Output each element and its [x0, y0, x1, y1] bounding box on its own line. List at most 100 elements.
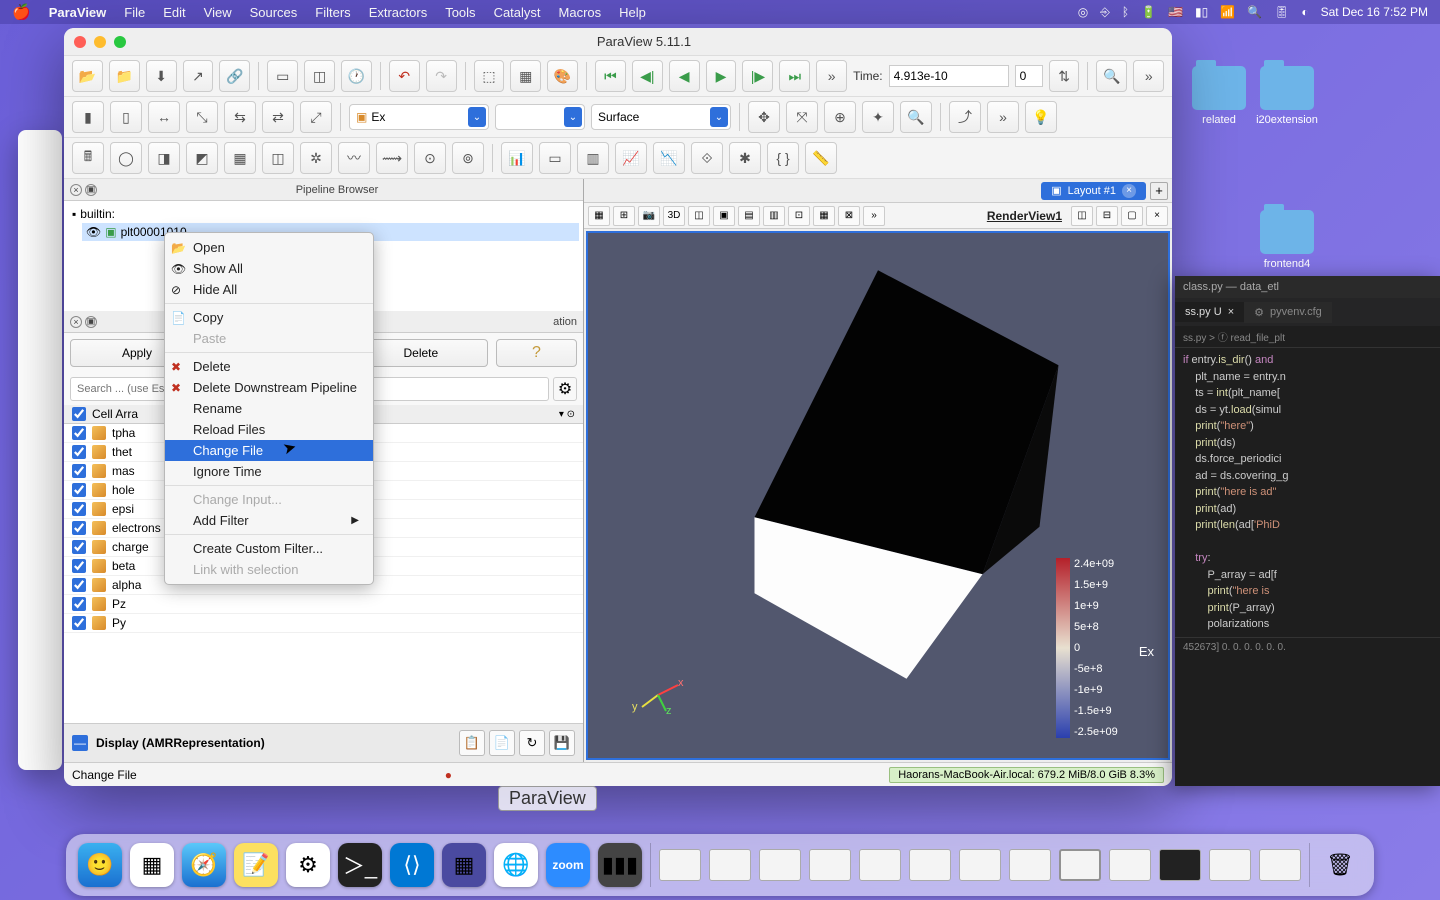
plot-icon[interactable]: 📈 [615, 142, 647, 174]
split-vertical-icon[interactable]: ⊟ [1096, 206, 1118, 226]
more-icon[interactable]: » [987, 101, 1019, 133]
split-horizontal-icon[interactable]: ◫ [1071, 206, 1093, 226]
trash-icon[interactable]: 🗑 [1318, 843, 1362, 887]
array-checkbox[interactable] [72, 616, 86, 630]
desktop-folder[interactable]: frontend4 [1252, 210, 1322, 270]
window-thumbnail[interactable] [1159, 849, 1201, 881]
extract-icon[interactable]: ◫ [262, 142, 294, 174]
menu-filters[interactable]: Filters [315, 5, 350, 20]
layout-tab[interactable]: ▣ Layout #1 × [1041, 182, 1146, 200]
rescale-icon[interactable]: ⇆ [224, 101, 256, 133]
bluetooth-icon[interactable]: ᛒ [1122, 5, 1129, 19]
menu-change-file[interactable]: Change File [165, 440, 373, 461]
battery-icon[interactable]: 🔋 [1141, 5, 1156, 19]
save-icon[interactable]: 📁 [109, 60, 140, 92]
menu-edit[interactable]: Edit [163, 5, 185, 20]
launchpad-icon[interactable]: ▦ [130, 843, 174, 887]
group-icon[interactable]: ⊚ [452, 142, 484, 174]
menu-sources[interactable]: Sources [250, 5, 298, 20]
close-tab-icon[interactable]: × [1122, 184, 1136, 198]
warp-icon[interactable]: ⟿ [376, 142, 408, 174]
copy-icon[interactable]: 📋 [459, 730, 485, 756]
find-icon[interactable]: 🔍 [1096, 60, 1127, 92]
array-checkbox[interactable] [72, 559, 86, 573]
window-thumbnail[interactable] [1109, 849, 1151, 881]
close-panel-icon[interactable]: × [70, 316, 82, 328]
vscode-terminal[interactable]: 452673] 0. 0. 0. 0. 0. 0. [1175, 637, 1440, 657]
first-frame-icon[interactable]: ⏮ [595, 60, 626, 92]
coloring-field-select[interactable]: ▣ Ex ⌄ [349, 104, 489, 130]
python-icon[interactable]: { } [767, 142, 799, 174]
view-tool-icon[interactable]: ◫ [688, 206, 710, 226]
threshold-icon[interactable]: ▦ [224, 142, 256, 174]
tool-icon[interactable]: ⬚ [474, 60, 505, 92]
menu-copy[interactable]: 📄Copy [165, 307, 373, 328]
menu-delete-downstream[interactable]: ✖Delete Downstream Pipeline [165, 377, 373, 398]
array-checkbox[interactable] [72, 483, 86, 497]
array-checkbox[interactable] [72, 426, 86, 440]
breadcrumb[interactable]: ss.py > ⓕ read_file_plt [1175, 326, 1440, 348]
notes-icon[interactable]: 📝 [234, 843, 278, 887]
play-back-icon[interactable]: ◀ [669, 60, 700, 92]
menu-help[interactable]: Help [619, 5, 646, 20]
add-layout-button[interactable]: + [1150, 182, 1168, 200]
array-checkbox[interactable] [72, 540, 86, 554]
color-bar-icon[interactable]: ▯ [110, 101, 142, 133]
view-tool-icon[interactable]: ▦ [588, 206, 610, 226]
window-thumbnail[interactable] [659, 849, 701, 881]
plot-icon[interactable]: 📉 [653, 142, 685, 174]
information-tab-partial[interactable]: ation [553, 316, 577, 328]
window-thumbnail[interactable] [909, 849, 951, 881]
menu-tools[interactable]: Tools [445, 5, 475, 20]
array-checkbox[interactable] [72, 521, 86, 535]
terminal-icon[interactable]: ＞_ [338, 843, 382, 887]
menu-delete[interactable]: ✖Delete [165, 356, 373, 377]
undo-icon[interactable]: ↶ [389, 60, 420, 92]
representation-select[interactable]: Surface ⌄ [591, 104, 731, 130]
search-icon[interactable]: 🔍 [1247, 5, 1262, 19]
bulb-icon[interactable]: 💡 [1025, 101, 1057, 133]
array-checkbox[interactable] [72, 502, 86, 516]
app-name[interactable]: ParaView [49, 5, 107, 20]
window-thumbnail[interactable] [709, 849, 751, 881]
status-icon[interactable]: ⎆ [1100, 5, 1110, 20]
close-button[interactable] [74, 36, 86, 48]
camera-icon[interactable]: ✦ [862, 101, 894, 133]
slice-icon[interactable]: ◩ [186, 142, 218, 174]
prev-frame-icon[interactable]: ◀| [632, 60, 663, 92]
tool-icon[interactable]: ▦ [510, 60, 541, 92]
paste-icon[interactable]: 📄 [489, 730, 515, 756]
vscode-tab[interactable]: ⚙pyvenv.cfg [1244, 302, 1332, 323]
array-checkbox[interactable] [72, 578, 86, 592]
menu-create-custom-filter[interactable]: Create Custom Filter... [165, 538, 373, 559]
menu-catalyst[interactable]: Catalyst [494, 5, 541, 20]
redo-icon[interactable]: ↷ [426, 60, 457, 92]
chart-icon[interactable]: 📊 [501, 142, 533, 174]
time-index-input[interactable] [1015, 65, 1043, 87]
app-icon[interactable]: ▦ [442, 843, 486, 887]
paraview-dock-icon[interactable]: ▮▮▮ [598, 843, 642, 887]
window-thumbnail[interactable] [1259, 849, 1301, 881]
view-tool-icon[interactable]: ▣ [713, 206, 735, 226]
code-editor[interactable]: if entry.is_dir() and plt_name = entry.n… [1175, 348, 1440, 637]
window-thumbnail[interactable] [859, 849, 901, 881]
component-select[interactable]: ⌄ [495, 104, 585, 130]
color-bar-icon[interactable]: ▮ [72, 101, 104, 133]
window-thumbnail[interactable] [1059, 849, 1101, 881]
window-thumbnail[interactable] [1209, 849, 1251, 881]
apple-menu-icon[interactable]: 🍎 [12, 3, 31, 21]
window-thumbnail[interactable] [809, 849, 851, 881]
menu-ignore-time[interactable]: Ignore Time [165, 461, 373, 482]
gear-icon[interactable]: ⚙ [553, 377, 577, 401]
rescale-icon[interactable]: ⇄ [262, 101, 294, 133]
array-item[interactable]: Pz [64, 595, 583, 614]
chart-icon[interactable]: ▭ [539, 142, 571, 174]
array-item[interactable]: Py [64, 614, 583, 633]
screenshot-icon[interactable]: 📷 [638, 206, 660, 226]
palette-icon[interactable]: 🎨 [547, 60, 578, 92]
color-legend[interactable]: 2.4e+09 1.5e+9 1e+9 5e+8 0 -5e+8 -1e+9 -… [1056, 558, 1156, 738]
more-icon[interactable]: » [863, 206, 885, 226]
more-icon[interactable]: » [816, 60, 847, 92]
view-tool-icon[interactable]: ▥ [763, 206, 785, 226]
menu-open[interactable]: 📂Open [165, 237, 373, 258]
